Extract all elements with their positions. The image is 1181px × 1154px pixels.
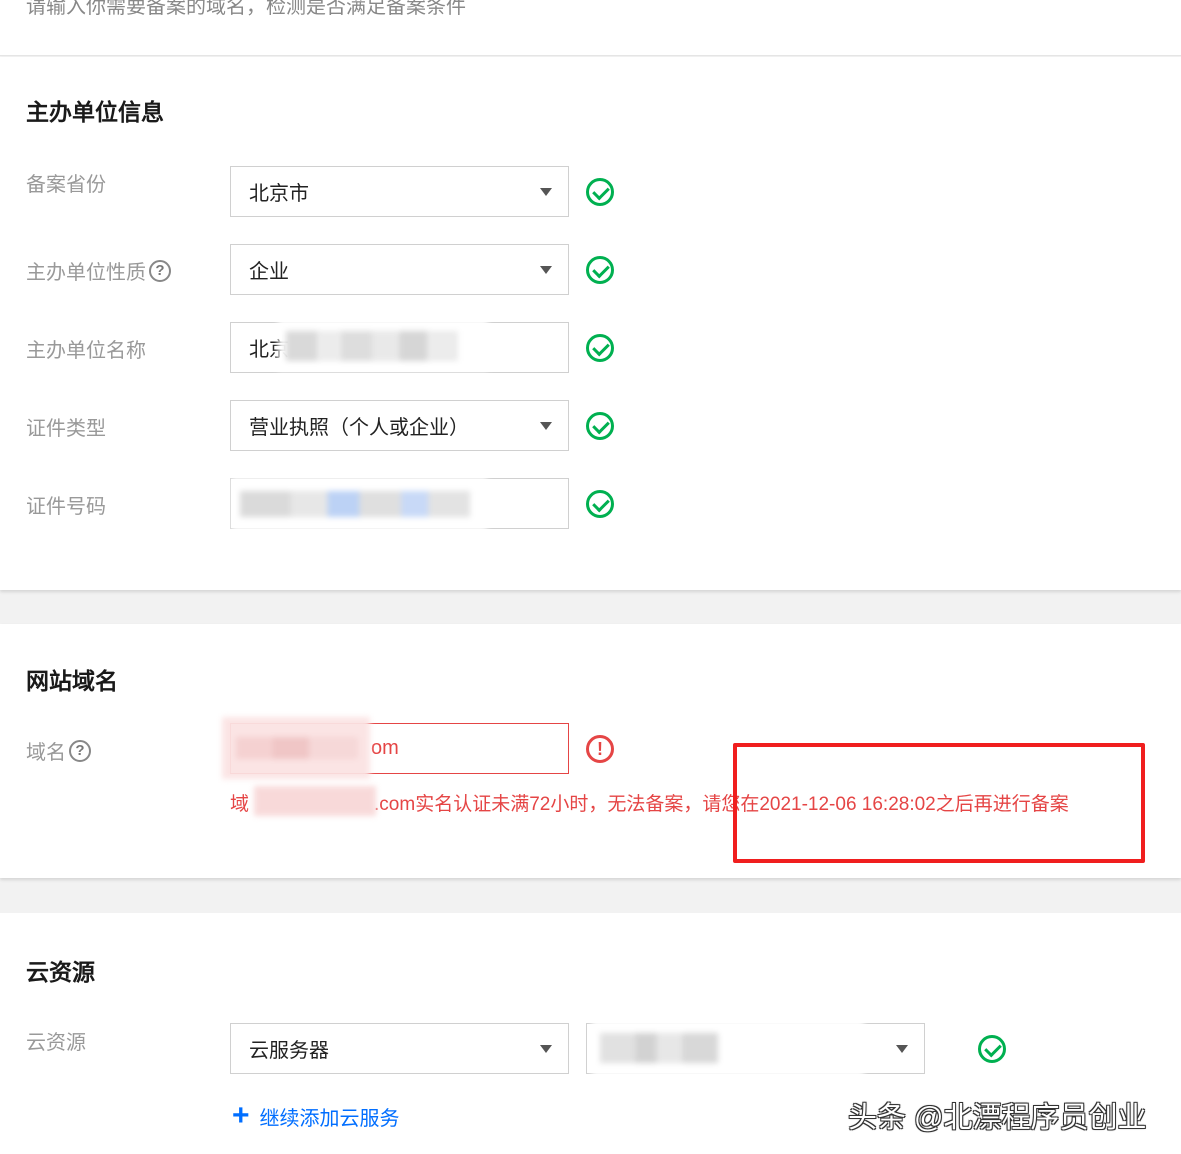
domain-label-text: 域名 xyxy=(26,742,66,764)
province-label: 备案省份 xyxy=(26,168,106,197)
check-circle-icon xyxy=(586,334,614,362)
domain-check-hint: 请输入你需要备案的域名，检测是否满足备案条件 xyxy=(26,0,466,18)
website-domain-section: 网站域名 域名 ? om ! 域 .com实名认证未满72小时，无法备案，请您在2… xyxy=(0,624,1181,878)
cert-type-label: 证件类型 xyxy=(26,412,106,441)
redaction-mosaic xyxy=(232,477,487,531)
watermark-text: 头条 @北漂程序员创业 xyxy=(848,1102,1147,1134)
province-value: 北京市 xyxy=(249,183,309,205)
help-circle-icon[interactable]: ? xyxy=(149,259,171,282)
org-nature-label: 主办单位性质 ? xyxy=(26,256,171,285)
error-circle-icon: ! xyxy=(586,735,614,763)
cloud-type-value: 云服务器 xyxy=(249,1040,329,1062)
cert-type-value: 营业执照（个人或企业） xyxy=(249,417,469,439)
check-circle-icon xyxy=(586,412,614,440)
annotation-highlight-box xyxy=(733,743,1145,863)
chevron-down-icon xyxy=(540,188,552,196)
redaction-mosaic xyxy=(592,1019,864,1077)
org-nature-label-text: 主办单位性质 xyxy=(26,262,146,284)
redaction-mosaic xyxy=(278,319,488,371)
cloud-type-select[interactable]: 云服务器 xyxy=(230,1023,569,1074)
org-name-label-text: 主办单位名称 xyxy=(26,340,146,362)
add-cloud-service-text: 继续添加云服务 xyxy=(259,1107,400,1130)
check-circle-icon xyxy=(978,1035,1006,1063)
error-prefix: 域 xyxy=(230,794,250,815)
cert-number-label: 证件号码 xyxy=(26,490,106,519)
domain-label: 域名 ? xyxy=(26,736,91,765)
cloud-resource-label-text: 云资源 xyxy=(26,1032,86,1054)
province-label-text: 备案省份 xyxy=(26,174,106,196)
cloud-resource-label: 云资源 xyxy=(26,1026,86,1055)
domain-section-title: 网站域名 xyxy=(26,668,118,694)
chevron-down-icon xyxy=(896,1045,908,1053)
cert-type-select[interactable]: 营业执照（个人或企业） xyxy=(230,400,569,451)
province-select[interactable]: 北京市 xyxy=(230,166,569,217)
org-name-label: 主办单位名称 xyxy=(26,334,146,363)
cert-type-label-text: 证件类型 xyxy=(26,418,106,440)
add-cloud-service-link[interactable]: + 继续添加云服务 xyxy=(232,1101,400,1131)
check-circle-icon xyxy=(586,256,614,284)
chevron-down-icon xyxy=(540,422,552,430)
plus-icon: + xyxy=(232,1099,250,1132)
org-info-section: 主办单位信息 备案省份 北京市 主办单位性质 ? 企业 主办单位名称 北京 证件… xyxy=(0,57,1181,590)
cloud-section-title: 云资源 xyxy=(26,959,95,985)
org-nature-value: 企业 xyxy=(249,261,289,283)
org-nature-select[interactable]: 企业 xyxy=(230,244,569,295)
chevron-down-icon xyxy=(540,266,552,274)
chevron-down-icon xyxy=(540,1045,552,1053)
org-section-title: 主办单位信息 xyxy=(26,99,164,125)
redaction-mosaic xyxy=(222,717,370,779)
cert-number-label-text: 证件号码 xyxy=(26,496,106,518)
redaction-mosaic xyxy=(254,786,376,816)
check-circle-icon xyxy=(586,490,614,518)
domain-check-card: 请输入你需要备案的域名，检测是否满足备案条件 xyxy=(0,0,1181,56)
check-circle-icon xyxy=(586,178,614,206)
help-circle-icon[interactable]: ? xyxy=(69,739,91,762)
